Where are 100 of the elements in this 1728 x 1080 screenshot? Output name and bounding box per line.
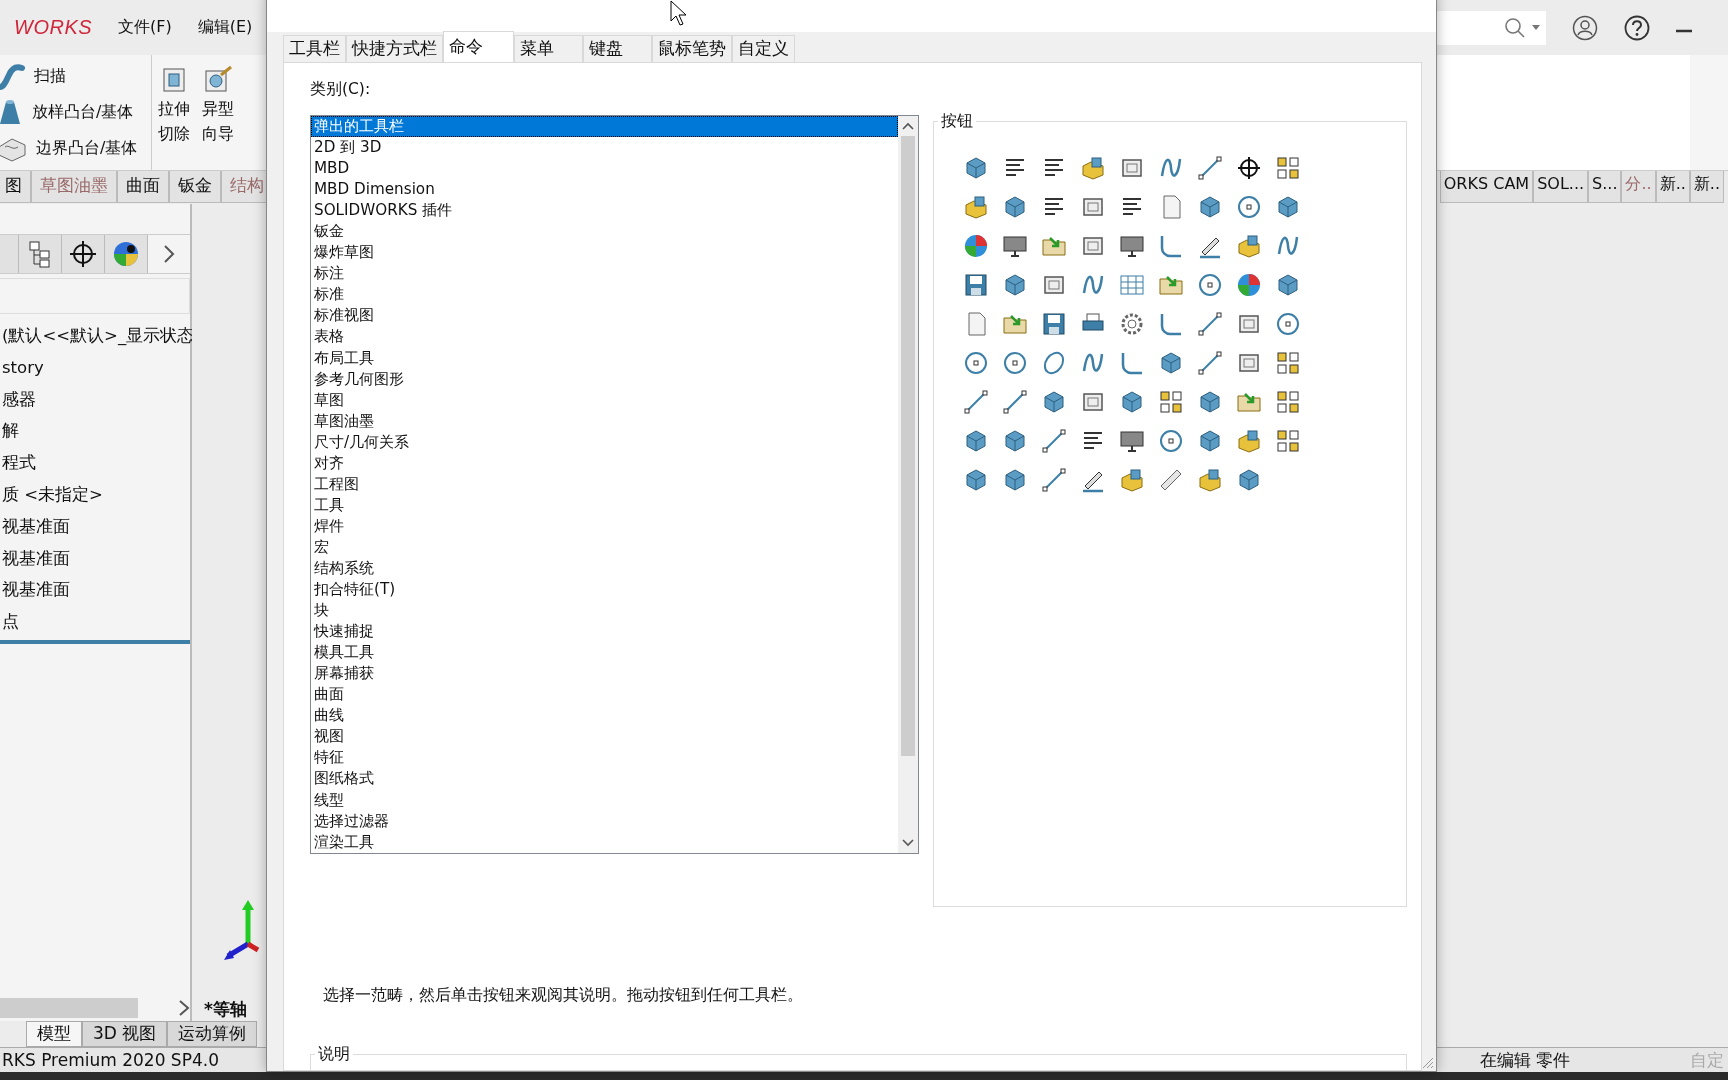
ribbon-tab[interactable]: 图 (0, 171, 31, 203)
line-icon[interactable] (1000, 387, 1029, 416)
model-tab[interactable]: 运动算例 (167, 1021, 258, 1047)
crosshair-icon (69, 240, 98, 268)
dialog-tab[interactable]: 键盘 (583, 35, 652, 62)
category-item[interactable]: 钣金 (311, 221, 898, 243)
tree-item[interactable]: (默认<<默认>_显示状态 (2, 320, 190, 352)
chevron-right-icon[interactable] (163, 244, 176, 264)
category-item[interactable]: 图纸格式 (311, 768, 898, 790)
category-item[interactable]: 2D 到 3D (311, 137, 898, 159)
category-item[interactable]: 标准视图 (311, 305, 898, 327)
category-item[interactable]: 标准 (311, 284, 898, 306)
tree-item[interactable]: 程式 (2, 447, 190, 479)
tree-item[interactable]: 感器 (2, 383, 190, 416)
ribbon-button[interactable]: 拉伸 切除 (152, 55, 197, 170)
feature-tree-tab[interactable] (62, 235, 106, 273)
line-icon[interactable] (1039, 465, 1068, 494)
dialog-tab[interactable]: 自定义 (732, 35, 795, 62)
category-item[interactable]: 线型 (311, 789, 898, 811)
caret-icon[interactable] (1532, 24, 1540, 31)
model-tab[interactable]: 模型 (26, 1021, 82, 1047)
category-item[interactable]: SOLIDWORKS 插件 (311, 200, 898, 222)
scroll-down-icon[interactable] (902, 839, 914, 847)
category-item[interactable]: 对齐 (311, 452, 898, 474)
filter-field[interactable] (0, 278, 190, 314)
ribbon-tab[interactable]: 新.. (1655, 171, 1690, 203)
dialog-tab[interactable]: 工具栏 (283, 35, 346, 62)
category-item[interactable]: 草图 (311, 389, 898, 411)
tree-item[interactable]: 视基准面 (2, 510, 190, 543)
group-label: 说明 (317, 1044, 351, 1065)
category-item[interactable]: 标注 (311, 263, 898, 285)
category-item[interactable]: 屏幕捕获 (311, 663, 898, 685)
category-item[interactable]: 扣合特征(T) (311, 579, 898, 601)
category-label: 类别(C): (310, 79, 372, 100)
category-item[interactable]: 快速捕捉 (311, 621, 898, 643)
status-text: 在编辑 零件 (1479, 1048, 1570, 1072)
category-item[interactable]: 模具工具 (311, 642, 898, 664)
dialog-tab[interactable]: 命令 (443, 31, 514, 62)
scrollbar-thumb[interactable] (0, 998, 138, 1018)
line-icon[interactable] (961, 387, 990, 416)
ribbon-tab[interactable]: 曲面 (117, 171, 169, 203)
category-item[interactable]: 特征 (311, 747, 898, 769)
user-icon[interactable] (1572, 14, 1598, 41)
menu-item[interactable]: 编辑(E) (197, 17, 253, 38)
category-item[interactable]: MBD (311, 158, 898, 180)
category-item[interactable]: 参考几何图形 (311, 368, 898, 390)
model-tab[interactable]: 3D 视图 (82, 1021, 168, 1047)
scrollbar-thumb[interactable] (901, 136, 915, 756)
tree-item[interactable]: 点 (2, 606, 190, 638)
dialog-tab[interactable]: 快捷方式栏 (346, 35, 443, 62)
ribbon-button[interactable]: 异型 向导 (196, 55, 241, 170)
category-item[interactable]: 布局工具 (311, 347, 898, 369)
scroll-up-icon[interactable] (902, 122, 914, 130)
category-item[interactable]: 焊件 (311, 515, 898, 537)
line-icon[interactable] (1195, 348, 1224, 377)
category-item[interactable]: 表格 (311, 326, 898, 348)
category-item[interactable]: 渲染工具 (311, 831, 898, 853)
menu-item[interactable]: 文件(F) (118, 17, 172, 38)
ribbon-button[interactable]: 边界凸台/基体 (0, 132, 142, 165)
dialog-tab[interactable]: 菜单 (514, 35, 583, 62)
resize-grip-icon[interactable] (1420, 1055, 1434, 1069)
line-icon[interactable] (1195, 309, 1224, 338)
help-icon[interactable] (1624, 14, 1650, 41)
category-item[interactable]: 曲线 (311, 705, 898, 727)
dialog-tab[interactable]: 鼠标笔势 (652, 35, 732, 62)
category-item[interactable]: 选择过滤器 (311, 810, 898, 832)
category-item[interactable]: 爆炸草图 (311, 242, 898, 264)
category-item[interactable]: 弹出的工具栏 (311, 116, 898, 138)
category-item[interactable]: 尺寸/几何关系 (311, 431, 898, 453)
category-item[interactable]: 宏 (311, 536, 898, 558)
category-item[interactable]: MBD Dimension (311, 179, 898, 201)
ribbon-tab[interactable]: 分.. (1621, 171, 1656, 203)
line-icon[interactable] (1039, 426, 1068, 455)
line-icon[interactable] (1195, 153, 1224, 182)
chevron-right-icon[interactable] (178, 999, 190, 1017)
category-item[interactable]: 视图 (311, 726, 898, 748)
feature-tree-tab[interactable] (105, 235, 149, 273)
ribbon-tab[interactable]: 新.. (1689, 171, 1724, 203)
view-label: *等轴 (204, 998, 247, 1021)
category-item[interactable]: 曲面 (311, 684, 898, 706)
category-item[interactable]: 块 (311, 600, 898, 622)
ribbon-tab[interactable]: S... (1588, 171, 1622, 203)
ribbon-button[interactable]: 放样凸台/基体 (0, 95, 142, 130)
ribbon-tab[interactable]: SOL... (1533, 171, 1589, 203)
tree-item[interactable]: 视基准面 (2, 542, 190, 575)
sphere-icon (112, 240, 141, 268)
tree-item[interactable]: story (2, 351, 190, 384)
tree-item[interactable]: 视基准面 (2, 574, 190, 607)
category-item[interactable]: 工程图 (311, 473, 898, 495)
tree-item[interactable]: 质 <未指定> (2, 479, 190, 511)
category-item[interactable]: 草图油墨 (311, 410, 898, 432)
ribbon-tab[interactable]: 钣金 (169, 171, 221, 203)
app-logo: WORKS (14, 16, 93, 39)
tree-item[interactable]: 解 (2, 415, 190, 448)
ribbon-tab[interactable]: ORKS CAM (1439, 171, 1534, 203)
category-item[interactable]: 结构系统 (311, 558, 898, 580)
category-item[interactable]: 工具 (311, 494, 898, 516)
ribbon-button[interactable]: 扫描 (0, 60, 142, 93)
search-field[interactable] (1434, 10, 1546, 45)
ribbon-tab[interactable]: 草图油墨 (31, 171, 117, 203)
